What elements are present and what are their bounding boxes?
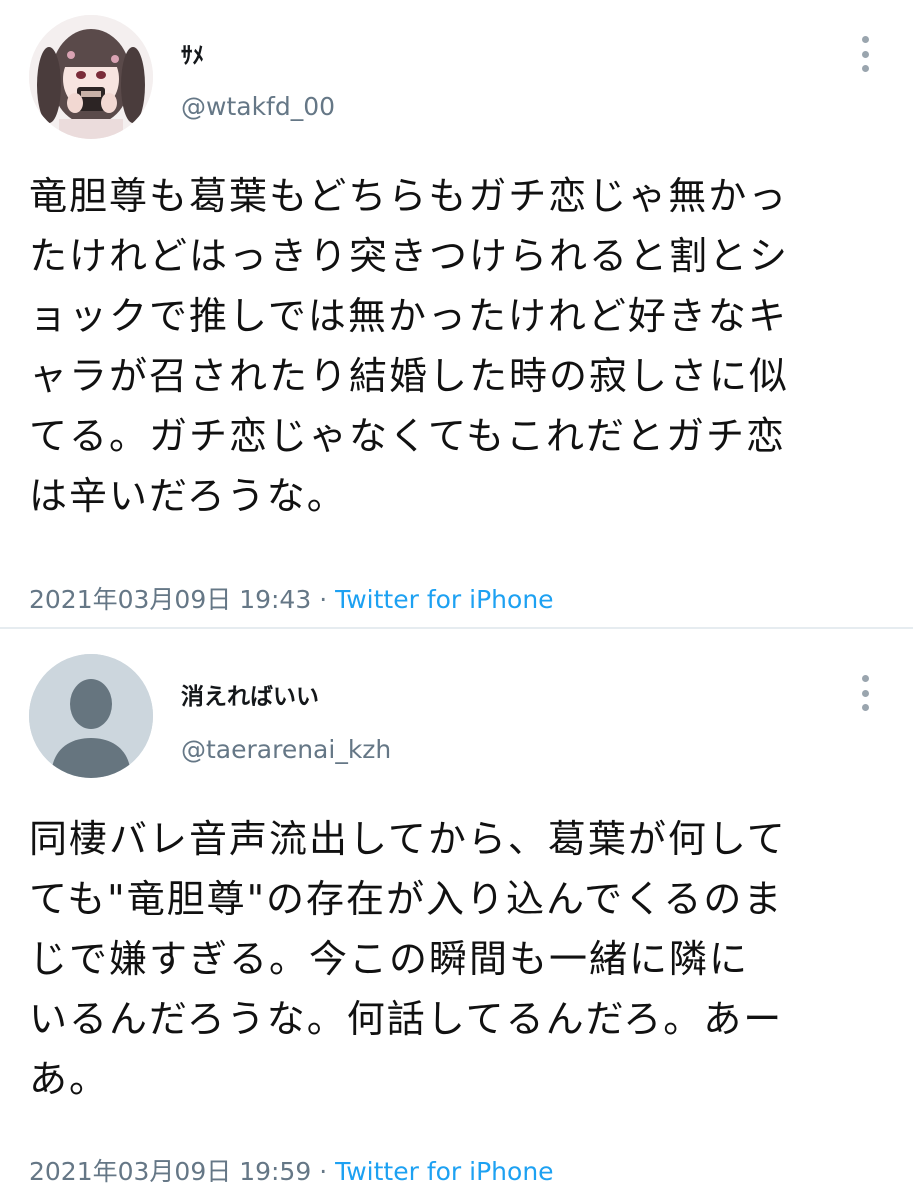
more-options-vertical-icon[interactable] [855,36,875,72]
display-name[interactable]: ｻﾒ [181,36,204,70]
tweet-meta: 2021年03月09日 19:43 · Twitter for iPhone [29,580,554,616]
tweet-timestamp: 2021年03月09日 19:59 [29,1157,312,1186]
display-name[interactable]: 消えればいい [181,677,319,711]
meta-separator: · [311,1157,336,1186]
user-avatar[interactable] [29,654,153,778]
user-handle[interactable]: @taerarenai_kzh [181,735,391,764]
more-options-vertical-icon[interactable] [855,675,875,711]
tweet-source-link[interactable]: Twitter for iPhone [335,585,553,614]
tweet-text: 竜胆尊も葛葉もどちらもガチ恋じゃ無かっ たけれどはっきり突きつけられると割とシ … [29,174,790,518]
tweet[interactable]: ｻﾒ @wtakfd_00 竜胆尊も葛葉もどちらもガチ恋じゃ無かっ たけれどはっ… [0,0,913,628]
meta-separator: · [311,585,336,614]
tweet[interactable]: 消えればいい @taerarenai_kzh 同棲バレ音声流出してから、葛葉が何… [0,629,913,1200]
tweet-text: 同棲バレ音声流出してから、葛葉が何して ても"竜胆尊"の存在が入り込んでくるのま… [29,817,787,1101]
tweet-source-link[interactable]: Twitter for iPhone [335,1157,553,1186]
tweet-meta: 2021年03月09日 19:59 · Twitter for iPhone [29,1152,554,1188]
tweet-timestamp: 2021年03月09日 19:43 [29,585,312,614]
user-handle[interactable]: @wtakfd_00 [181,92,335,121]
anime-girl-avatar-icon [29,15,153,139]
default-user-avatar-icon [29,654,153,778]
user-avatar[interactable] [29,15,153,139]
